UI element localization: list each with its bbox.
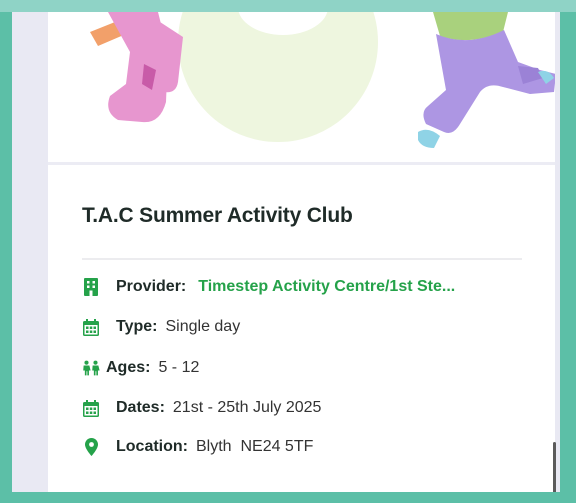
activity-card[interactable]: T.A.C Summer Activity Club Provider: Tim… <box>48 12 555 492</box>
building-icon <box>82 278 100 296</box>
calendar-icon <box>82 318 100 336</box>
map-pin-icon <box>82 438 100 456</box>
dates-row: Dates: 21st - 25th July 2025 <box>82 396 321 420</box>
location-row: Location: Blyth NE24 5TF <box>82 435 313 459</box>
dates-value: 21st - 25th July 2025 <box>172 399 322 416</box>
provider-row: Provider: Timestep Activity Centre/1st S… <box>82 275 455 299</box>
type-label: Type: <box>116 318 158 335</box>
children-icon <box>82 359 100 377</box>
type-value: Single day <box>165 318 241 335</box>
type-row: Type: Single day <box>82 315 240 339</box>
activity-illustration <box>48 12 555 162</box>
location-label: Location: <box>116 438 188 455</box>
provider-label: Provider: <box>116 278 187 295</box>
scrollbar[interactable] <box>553 442 556 492</box>
calendar-icon <box>82 399 100 417</box>
app-screen: T.A.C Summer Activity Club Provider: Tim… <box>12 12 560 492</box>
ages-label: Ages: <box>106 359 151 376</box>
ages-row: Ages: 5 - 12 <box>82 356 199 380</box>
hero-divider <box>48 162 555 165</box>
ages-value: 5 - 12 <box>158 359 200 376</box>
dates-label: Dates: <box>116 399 165 416</box>
title-divider <box>82 258 522 260</box>
activity-title[interactable]: T.A.C Summer Activity Club <box>82 204 353 228</box>
provider-link[interactable]: Timestep Activity Centre/1st Ste... <box>198 278 455 296</box>
location-value: Blyth NE24 5TF <box>196 438 314 455</box>
